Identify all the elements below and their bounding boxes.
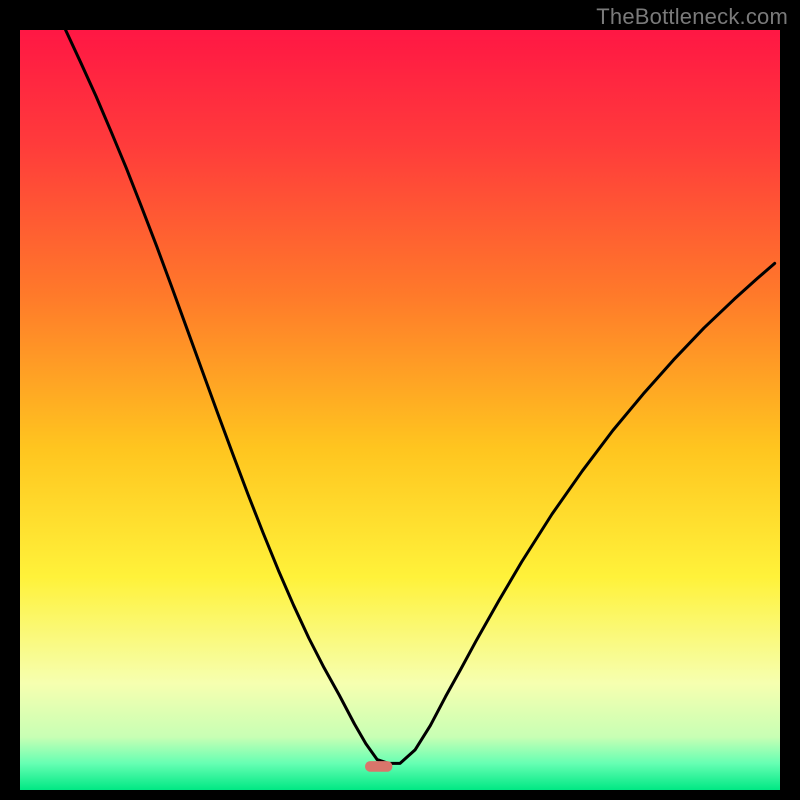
bottleneck-chart	[20, 30, 780, 790]
gradient-background	[20, 30, 780, 790]
plot-area	[20, 30, 780, 790]
chart-frame: TheBottleneck.com	[0, 0, 800, 800]
optimal-marker	[365, 761, 392, 772]
watermark-text: TheBottleneck.com	[596, 4, 788, 30]
